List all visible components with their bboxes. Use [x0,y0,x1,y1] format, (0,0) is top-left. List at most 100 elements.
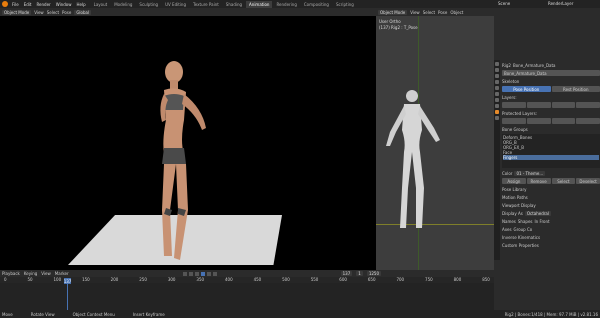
view-layer-selector[interactable]: RenderLayer [548,1,573,6]
status-bar: Move Rotate View Object Context Menu Ins… [0,310,600,318]
layers-grid[interactable] [502,102,600,108]
menu-edit[interactable]: Edit [24,2,32,7]
tick-label: 450 [253,277,262,282]
marker-menu[interactable]: Marker [55,271,69,276]
custom-properties-header[interactable]: Custom Properties [502,242,600,248]
blender-logo-icon[interactable] [2,1,8,7]
status-move: Move [2,311,13,317]
modifier-tab-icon[interactable] [495,98,499,102]
tab-rendering[interactable]: Rendering [273,1,299,8]
play-reverse-icon[interactable] [194,271,199,276]
jump-end-icon[interactable] [212,271,217,276]
current-frame-field[interactable]: 137 [340,271,353,276]
select-button[interactable]: Select [551,178,576,184]
menu-file[interactable]: File [12,2,19,7]
object-menu-right[interactable]: Object [450,10,463,15]
bone-groups-list[interactable]: Deform_Bones ORG_B ORG_EX_B Face Fingers [502,134,600,168]
menu-help[interactable]: Help [76,2,85,7]
viewport-left-header: Object Mode View Select Pose Global [0,8,376,16]
timeline-ruler[interactable]: 0 50 100 150 200 250 300 350 400 450 500… [0,277,494,283]
pose-menu-right[interactable]: Pose [438,10,447,15]
tick-label: 300 [167,277,176,282]
play-icon[interactable] [200,271,205,276]
view-menu-timeline[interactable]: View [41,271,51,276]
jump-start-icon[interactable] [182,271,187,276]
tool-tab-icon[interactable] [495,62,499,66]
pose-position-button[interactable]: Pose Position [502,86,551,92]
group-colors-checkbox[interactable]: Group Co [514,227,533,232]
object-tab-icon[interactable] [495,92,499,96]
tick-label: 700 [396,277,405,282]
tab-modeling[interactable]: Modeling [111,1,135,8]
color-set-dropdown[interactable]: 01 - Theme... [514,170,546,176]
mode-selector-right[interactable]: Object Mode [378,9,408,15]
bone-group-actions: Assign Remove Select Deselect [502,178,600,184]
pose-menu[interactable]: Pose [62,10,71,15]
tick-label: 650 [367,277,376,282]
playback-menu[interactable]: Playback [2,271,20,276]
select-menu-right[interactable]: Select [423,10,435,15]
deselect-button[interactable]: Deselect [576,178,600,184]
scene-selector[interactable]: Scene [498,1,510,6]
next-key-icon[interactable] [206,271,211,276]
tab-animation[interactable]: Animation [246,0,273,8]
scene-tab-icon[interactable] [495,80,499,84]
timeline-panel[interactable]: Playback Keying View Marker 137 1 1250 0… [0,270,494,310]
playback-controls [182,271,217,276]
tab-shading[interactable]: Shading [223,1,245,8]
display-as-dropdown[interactable]: Octahedral [524,210,551,216]
menu-window[interactable]: Window [56,2,72,7]
list-item-selected[interactable]: Fingers [503,155,599,160]
skeleton-header[interactable]: Skeleton [502,78,600,84]
mode-selector[interactable]: Object Mode [2,9,32,15]
viewport-display-header[interactable]: Viewport Display [502,202,600,208]
status-insert-keyframe: Insert Keyframe [132,311,165,317]
menu-render[interactable]: Render [36,2,50,7]
top-bar: File Edit Render Window Help Layout Mode… [0,0,600,8]
object-info-text: (137) Rig2 : T_Pose [379,25,418,30]
in-front-checkbox[interactable]: In Front [535,219,550,224]
tab-uv-editing[interactable]: UV Editing [162,1,189,8]
bone-tab-icon[interactable] [495,116,499,120]
tab-compositing[interactable]: Compositing [301,1,332,8]
breadcrumb-object: Rig2 [502,62,511,68]
armature-data-tab-icon[interactable] [495,110,499,114]
tick-label: 800 [453,277,462,282]
status-context-menu: Object Context Menu [72,311,115,317]
tick-label: 400 [224,277,233,282]
view-menu-right[interactable]: View [410,10,420,15]
tick-label: 100 [53,277,62,282]
names-checkbox[interactable]: Names [502,219,516,224]
constraint-tab-icon[interactable] [495,104,499,108]
inverse-kinematics-header[interactable]: Inverse Kinematics [502,234,600,240]
tick-label: 200 [110,277,119,282]
output-tab-icon[interactable] [495,74,499,78]
end-frame-field[interactable]: 1250 [366,271,381,276]
tab-sculpting[interactable]: Sculpting [136,1,161,8]
viewport-right[interactable]: Object Mode View Select Pose Object User… [376,8,494,270]
rest-position-button[interactable]: Rest Position [551,86,600,92]
orientation-selector[interactable]: Global [74,9,92,15]
playhead-line[interactable] [67,284,68,310]
assign-button[interactable]: Assign [502,178,526,184]
start-frame-field[interactable]: 1 [356,271,363,276]
tab-texture-paint[interactable]: Texture Paint [190,1,222,8]
select-menu[interactable]: Select [47,10,59,15]
shapes-checkbox[interactable]: Shapes [518,219,533,224]
motion-paths-header[interactable]: Motion Paths [502,194,600,200]
tick-label: 50 [27,277,33,282]
remove-button[interactable]: Remove [526,178,551,184]
color-row: Color 01 - Theme... [502,170,600,176]
tab-layout[interactable]: Layout [91,1,111,8]
pose-library-header[interactable]: Pose Library [502,186,600,192]
bone-groups-header[interactable]: Bone Groups [502,126,600,132]
tab-scripting[interactable]: Scripting [333,1,357,8]
keying-menu[interactable]: Keying [24,271,37,276]
axes-checkbox[interactable]: Axes [502,227,512,232]
render-tab-icon[interactable] [495,68,499,72]
armature-name-field[interactable]: Bone_Armature_Data [502,70,600,76]
protected-layers-grid[interactable] [502,118,600,124]
world-tab-icon[interactable] [495,86,499,90]
prev-key-icon[interactable] [188,271,193,276]
view-menu[interactable]: View [34,10,44,15]
